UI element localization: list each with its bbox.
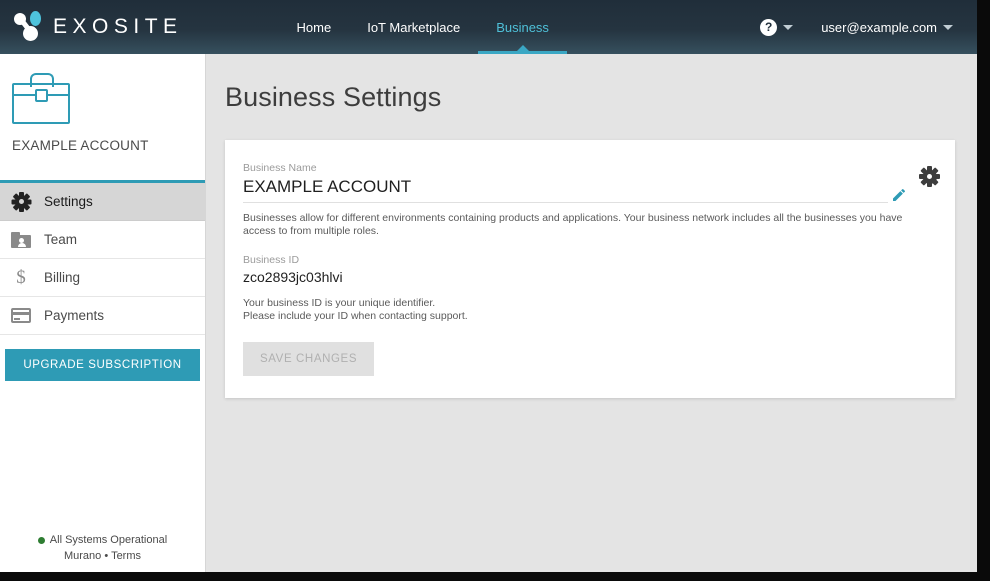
upgrade-subscription-wrap: UPGRADE SUBSCRIPTION bbox=[0, 335, 205, 381]
brand-name: EXOSITE bbox=[53, 15, 183, 38]
window-frame-bottom bbox=[0, 572, 990, 581]
business-id-value: zco2893jc03hlvi bbox=[243, 269, 343, 285]
card-gear-icon[interactable] bbox=[919, 166, 940, 187]
business-name-field: Business Name EXAMPLE ACCOUNT bbox=[243, 162, 937, 203]
status-dot-icon bbox=[37, 536, 45, 544]
top-nav-right: ? user@example.com bbox=[760, 0, 953, 54]
gear-icon bbox=[10, 191, 32, 213]
system-status: All Systems Operational bbox=[0, 532, 205, 548]
pencil-edit-icon[interactable] bbox=[891, 187, 907, 203]
business-name-value[interactable]: EXAMPLE ACCOUNT bbox=[243, 177, 888, 203]
sidebar-item-team[interactable]: Team bbox=[0, 221, 205, 259]
upgrade-subscription-button[interactable]: UPGRADE SUBSCRIPTION bbox=[5, 349, 200, 381]
user-chevron-down-icon[interactable] bbox=[943, 24, 953, 30]
business-id-description-line1: Your business ID is your unique identifi… bbox=[243, 297, 436, 309]
page-title: Business Settings bbox=[225, 82, 442, 112]
sidebar: EXAMPLE ACCOUNT Settings Team $ Billing … bbox=[0, 54, 206, 572]
nav-link-iot-marketplace[interactable]: IoT Marketplace bbox=[349, 0, 478, 54]
nav-active-caret-icon bbox=[516, 45, 529, 51]
help-circle-icon[interactable]: ? bbox=[760, 18, 778, 36]
nav-link-business-label: Business bbox=[496, 19, 549, 35]
top-nav-links: Home IoT Marketplace Business bbox=[279, 0, 567, 54]
nav-link-business[interactable]: Business bbox=[478, 0, 567, 54]
business-id-description: Your business ID is your unique identifi… bbox=[243, 297, 921, 323]
user-email-label[interactable]: user@example.com bbox=[821, 20, 937, 35]
nav-link-iot-marketplace-label: IoT Marketplace bbox=[367, 19, 461, 35]
sidebar-item-billing-label: Billing bbox=[44, 269, 81, 285]
sidebar-account-name: EXAMPLE ACCOUNT bbox=[12, 138, 149, 153]
sidebar-item-settings[interactable]: Settings bbox=[0, 183, 205, 221]
footer-links: Murano • Terms bbox=[0, 548, 205, 564]
footer-link-terms[interactable]: Terms bbox=[111, 550, 141, 562]
exosite-node-logo-icon bbox=[14, 11, 44, 43]
business-settings-card: Business Name EXAMPLE ACCOUNT Businesses… bbox=[225, 140, 955, 398]
briefcase-icon bbox=[12, 72, 74, 124]
nav-link-home[interactable]: Home bbox=[279, 0, 350, 54]
app-root: EXOSITE Home IoT Marketplace Business ? bbox=[0, 0, 990, 581]
credit-card-icon bbox=[10, 305, 32, 327]
sidebar-item-payments-label: Payments bbox=[44, 307, 105, 323]
window-frame-right bbox=[977, 0, 990, 581]
brand-logo[interactable]: EXOSITE bbox=[14, 0, 183, 54]
nav-link-home-label: Home bbox=[296, 19, 332, 35]
business-id-label: Business ID bbox=[243, 254, 300, 266]
sidebar-footer: All Systems Operational Murano • Terms bbox=[0, 532, 205, 564]
main-content: Business Settings Business Name EXAMPLE … bbox=[206, 54, 977, 572]
footer-separator: • bbox=[104, 550, 109, 562]
app-viewport: EXOSITE Home IoT Marketplace Business ? bbox=[0, 0, 977, 572]
footer-link-murano[interactable]: Murano bbox=[64, 550, 101, 562]
folder-person-icon bbox=[10, 229, 32, 251]
business-id-description-line2: Please include your ID when contacting s… bbox=[243, 310, 468, 322]
sidebar-item-team-label: Team bbox=[44, 231, 78, 247]
system-status-label: All Systems Operational bbox=[49, 534, 168, 546]
save-changes-button[interactable]: SAVE CHANGES bbox=[243, 342, 375, 376]
top-navigation-bar: EXOSITE Home IoT Marketplace Business ? bbox=[0, 0, 977, 54]
sidebar-nav-list: Settings Team $ Billing Payments bbox=[0, 180, 205, 335]
dollar-sign-icon: $ bbox=[16, 267, 26, 288]
sidebar-item-settings-label: Settings bbox=[44, 193, 93, 209]
business-name-description: Businesses allow for different environme… bbox=[243, 212, 903, 237]
sidebar-item-billing[interactable]: $ Billing bbox=[0, 259, 205, 297]
help-glyph: ? bbox=[765, 20, 773, 34]
sidebar-account-block: EXAMPLE ACCOUNT bbox=[0, 54, 205, 180]
business-id-field: Business ID zco2893jc03hlvi bbox=[243, 254, 937, 285]
business-name-label: Business Name bbox=[243, 162, 317, 174]
sidebar-item-payments[interactable]: Payments bbox=[0, 297, 205, 335]
help-chevron-down-icon[interactable] bbox=[783, 24, 794, 30]
